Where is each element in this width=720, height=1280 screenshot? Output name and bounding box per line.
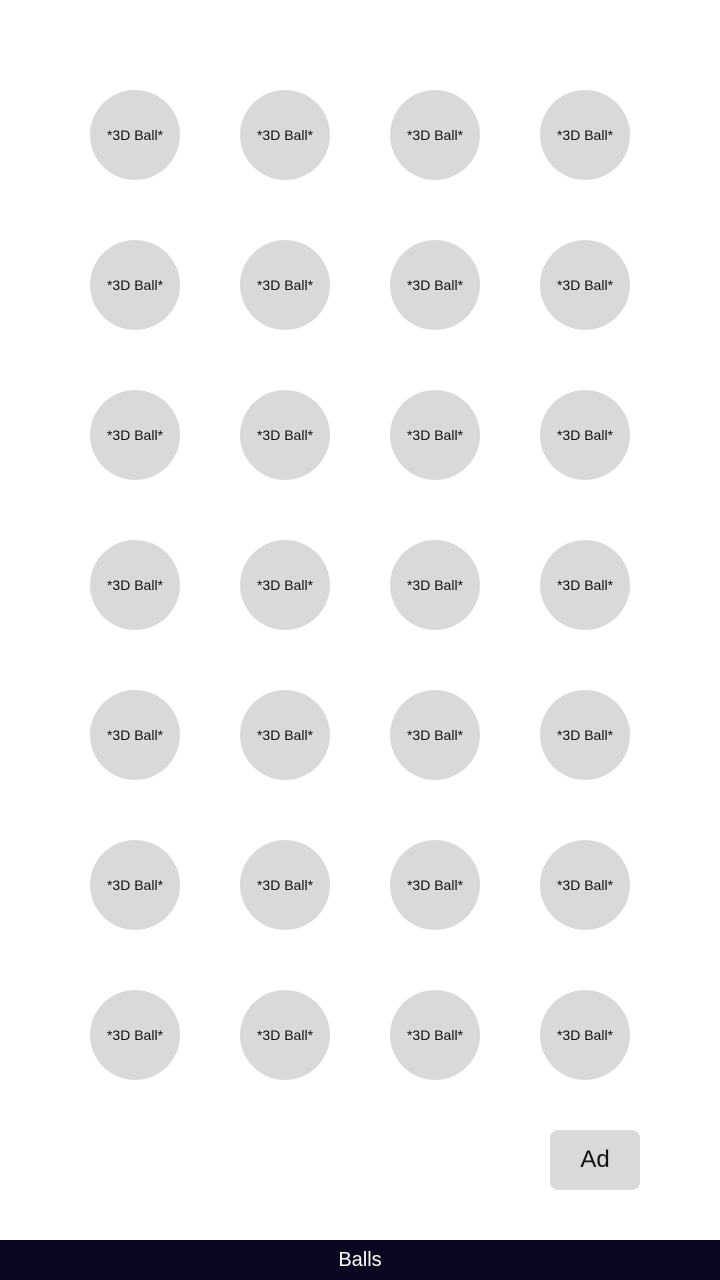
ball-label: *3D Ball* <box>406 127 464 143</box>
ball-label: *3D Ball* <box>556 127 614 143</box>
ball-label: *3D Ball* <box>556 727 614 743</box>
ball-label: *3D Ball* <box>106 127 164 143</box>
ball-item[interactable]: *3D Ball* <box>240 690 330 780</box>
ball-item[interactable]: *3D Ball* <box>540 990 630 1080</box>
ball-label: *3D Ball* <box>106 277 164 293</box>
ball-item[interactable]: *3D Ball* <box>540 840 630 930</box>
ball-item[interactable]: *3D Ball* <box>90 540 180 630</box>
ball-item[interactable]: *3D Ball* <box>240 540 330 630</box>
ball-item[interactable]: *3D Ball* <box>90 690 180 780</box>
ball-label: *3D Ball* <box>106 427 164 443</box>
ball-item[interactable]: *3D Ball* <box>240 240 330 330</box>
ball-item[interactable]: *3D Ball* <box>390 390 480 480</box>
ball-label: *3D Ball* <box>556 277 614 293</box>
ball-label: *3D Ball* <box>406 277 464 293</box>
ball-item[interactable]: *3D Ball* <box>540 240 630 330</box>
ball-item[interactable]: *3D Ball* <box>390 540 480 630</box>
ball-label: *3D Ball* <box>406 727 464 743</box>
ball-label: *3D Ball* <box>256 277 314 293</box>
ball-item[interactable]: *3D Ball* <box>390 90 480 180</box>
ball-label: *3D Ball* <box>556 1027 614 1043</box>
ball-label: *3D Ball* <box>106 877 164 893</box>
ball-label: *3D Ball* <box>256 1027 314 1043</box>
ball-item[interactable]: *3D Ball* <box>240 390 330 480</box>
ball-item[interactable]: *3D Ball* <box>240 90 330 180</box>
ball-label: *3D Ball* <box>556 877 614 893</box>
ball-item[interactable]: *3D Ball* <box>540 390 630 480</box>
bottom-title-bar: Balls <box>0 1240 720 1280</box>
ball-label: *3D Ball* <box>106 577 164 593</box>
ball-item[interactable]: *3D Ball* <box>90 240 180 330</box>
ball-label: *3D Ball* <box>406 877 464 893</box>
ball-item[interactable]: *3D Ball* <box>240 840 330 930</box>
bottom-bar-title: Balls <box>338 1248 382 1271</box>
ball-item[interactable]: *3D Ball* <box>390 240 480 330</box>
ball-label: *3D Ball* <box>556 427 614 443</box>
ball-label: *3D Ball* <box>106 1027 164 1043</box>
ball-label: *3D Ball* <box>406 427 464 443</box>
ball-label: *3D Ball* <box>556 577 614 593</box>
ball-item[interactable]: *3D Ball* <box>540 90 630 180</box>
ball-item[interactable]: *3D Ball* <box>90 840 180 930</box>
ball-label: *3D Ball* <box>256 427 314 443</box>
ball-label: *3D Ball* <box>406 577 464 593</box>
ball-label: *3D Ball* <box>256 727 314 743</box>
ball-item[interactable]: *3D Ball* <box>540 540 630 630</box>
ball-label: *3D Ball* <box>406 1027 464 1043</box>
ball-item[interactable]: *3D Ball* <box>390 690 480 780</box>
ball-label: *3D Ball* <box>256 877 314 893</box>
ball-label: *3D Ball* <box>256 127 314 143</box>
ball-label: *3D Ball* <box>106 727 164 743</box>
ad-button[interactable]: Ad <box>550 1130 640 1190</box>
ball-item[interactable]: *3D Ball* <box>90 990 180 1080</box>
ball-item[interactable]: *3D Ball* <box>90 90 180 180</box>
ball-item[interactable]: *3D Ball* <box>390 840 480 930</box>
ball-label: *3D Ball* <box>256 577 314 593</box>
ball-item[interactable]: *3D Ball* <box>90 390 180 480</box>
ball-item[interactable]: *3D Ball* <box>240 990 330 1080</box>
ball-item[interactable]: *3D Ball* <box>540 690 630 780</box>
ball-item[interactable]: *3D Ball* <box>390 990 480 1080</box>
ball-grid: *3D Ball* *3D Ball* *3D Ball* *3D Ball* … <box>90 90 630 1080</box>
